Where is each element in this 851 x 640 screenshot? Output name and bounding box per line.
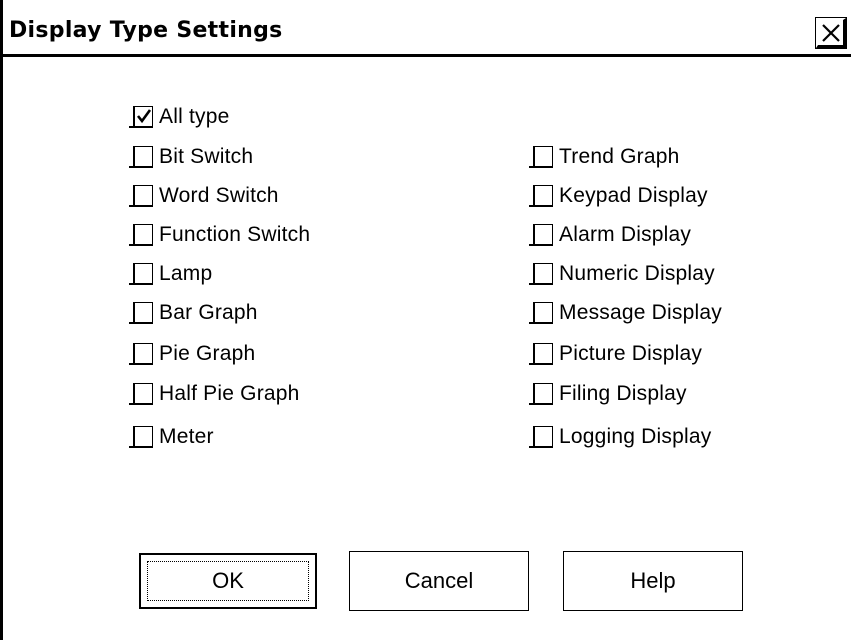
checkbox-box[interactable] [129,302,153,324]
checkbox-half-pie-graph[interactable]: Half Pie Graph [129,379,300,409]
checkbox-label: Meter [159,425,214,448]
checkbox-box[interactable] [529,343,553,365]
checkbox-label: Word Switch [159,184,279,207]
checkbox-logging-display[interactable]: Logging Display [529,422,712,452]
checkmark-icon [136,109,152,124]
cancel-button[interactable]: Cancel [349,551,529,611]
checkbox-box[interactable] [529,302,553,324]
checkbox-label: Logging Display [559,425,712,448]
checkbox-bar-graph[interactable]: Bar Graph [129,298,258,328]
dialog-title: Display Type Settings [9,18,283,43]
help-button-label: Help [630,568,676,593]
checkbox-box[interactable] [529,383,553,405]
help-button[interactable]: Help [563,551,743,611]
checkbox-box[interactable] [129,343,153,365]
checkbox-label: Pie Graph [159,342,256,365]
ok-button-label: OK [212,568,244,593]
checkbox-label: Alarm Display [559,223,692,246]
ok-button[interactable]: OK [139,553,317,609]
checkbox-box[interactable] [129,383,153,405]
checkbox-box[interactable] [129,185,153,207]
checkbox-label: Function Switch [159,223,311,246]
checkbox-box[interactable] [529,426,553,448]
checkbox-box[interactable] [529,263,553,285]
checkbox-label: Keypad Display [559,184,708,207]
checkbox-label: Half Pie Graph [159,382,300,405]
checkbox-label: Lamp [159,262,213,285]
close-icon [822,24,840,42]
checkbox-label: Picture Display [559,342,703,365]
checkbox-meter[interactable]: Meter [129,422,214,452]
checkbox-box[interactable] [129,263,153,285]
checkbox-box[interactable] [529,224,553,246]
checkbox-word-switch[interactable]: Word Switch [129,181,279,211]
checkbox-box[interactable] [129,146,153,168]
cancel-button-label: Cancel [404,568,474,593]
checkbox-trend-graph[interactable]: Trend Graph [529,142,680,172]
dialog-window: Display Type Settings All type Bit Switc… [0,0,851,640]
checkbox-bit-switch[interactable]: Bit Switch [129,142,254,172]
checkbox-label: Bar Graph [159,301,258,324]
checkbox-box[interactable] [129,426,153,448]
checkbox-box[interactable] [529,185,553,207]
checkbox-label: Numeric Display [559,262,715,285]
checkbox-message-display[interactable]: Message Display [529,298,722,328]
checkbox-box[interactable] [129,106,153,128]
checkbox-lamp[interactable]: Lamp [129,259,213,289]
close-button[interactable] [815,17,847,49]
checkbox-alarm-display[interactable]: Alarm Display [529,220,692,250]
checkbox-box[interactable] [129,224,153,246]
checkbox-keypad-display[interactable]: Keypad Display [529,181,708,211]
checkbox-label: Filing Display [559,382,687,405]
checkbox-label: Bit Switch [159,145,254,168]
checkbox-filing-display[interactable]: Filing Display [529,379,687,409]
checkbox-picture-display[interactable]: Picture Display [529,339,703,369]
checkbox-pie-graph[interactable]: Pie Graph [129,339,256,369]
checkbox-numeric-display[interactable]: Numeric Display [529,259,715,289]
checkbox-function-switch[interactable]: Function Switch [129,220,311,250]
title-bar: Display Type Settings [3,12,851,57]
checkbox-box[interactable] [529,146,553,168]
checkbox-all-type[interactable]: All type [129,102,230,132]
checkbox-label: All type [159,105,230,128]
checkbox-label: Message Display [559,301,722,324]
checkbox-label: Trend Graph [559,145,680,168]
